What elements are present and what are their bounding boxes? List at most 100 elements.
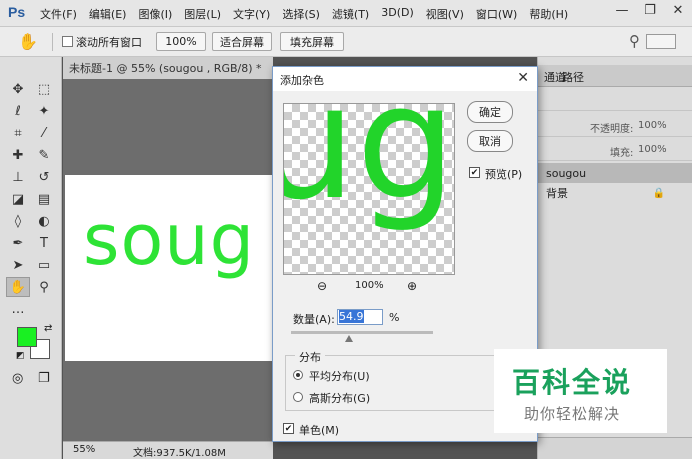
amount-value: 54.9 [339,310,364,323]
preview-checkbox[interactable]: ✔ [469,167,480,178]
menu-edit[interactable]: 编辑(E) [89,6,127,22]
restore-icon[interactable]: ❐ [636,0,664,20]
watermark-subtitle: 助你轻松解决 [524,405,621,423]
type-tool-icon[interactable]: T [32,233,56,253]
layer-row-background[interactable]: 背景 🔒 [538,183,692,203]
menu-help[interactable]: 帮助(H) [529,6,568,22]
path-select-icon[interactable]: ➤ [6,255,30,275]
magic-wand-icon[interactable]: ✦ [32,101,56,121]
status-doc-size: 文档:937.5K/1.08M [133,448,226,459]
foreground-color-swatch[interactable] [17,327,37,347]
watermark-title: 百科全说 [512,366,633,399]
workspace-switcher[interactable] [646,34,676,49]
move-tool-icon[interactable]: ✥ [6,79,30,99]
menu-filter[interactable]: 滤镜(T) [332,6,369,22]
monochrome-checkbox[interactable]: ✔ [283,423,294,434]
panel-tabs: 通道 路径 [538,65,692,87]
gaussian-label: 高斯分布(G) [309,392,371,405]
amount-slider-thumb[interactable] [345,335,353,342]
history-brush-icon[interactable]: ↺ [32,167,56,187]
options-bar: ✋ 滚动所有窗口 100% 适合屏幕 填充屏幕 ⚲ [0,27,692,57]
shape-tool-icon[interactable]: ▭ [32,255,56,275]
menu-type[interactable]: 文字(Y) [233,6,270,22]
menu-view[interactable]: 视图(V) [426,6,464,22]
quick-mask-icon[interactable]: ◎ [12,371,23,386]
zoom-100-button[interactable]: 100% [156,32,206,51]
opacity-value[interactable]: 100% [638,120,667,131]
blur-tool-icon[interactable]: ◊ [6,211,30,231]
layer-row-sougou[interactable]: sougou [538,163,692,183]
monochrome-label: 单色(M) [299,424,340,437]
close-icon[interactable]: ✕ [517,70,529,86]
search-icon[interactable]: ⚲ [629,32,640,50]
fill-screen-button[interactable]: 填充屏幕 [280,32,344,51]
dialog-titlebar: 添加杂色 ✕ [273,67,537,91]
menu-layer[interactable]: 图层(L) [184,6,221,22]
hand-tool-active-icon[interactable]: ✋ [6,277,30,297]
document-tab[interactable]: 未标题-1 @ 55% (sougou , RGB/8) * [69,60,262,76]
crop-tool-icon[interactable]: ⌗ [6,123,30,143]
gaussian-radio[interactable] [293,392,303,402]
tools-panel: ✥ ⬚ ℓ ✦ ⌗ ⁄ ✚ ✎ ⊥ ↺ ◪ ▤ ◊ ◐ ✒ T ➤ ▭ ✋ ⚲ … [0,57,62,459]
status-bar: 55% 文档:937.5K/1.08M [63,441,273,459]
cancel-button[interactable]: 取消 [467,130,513,152]
opacity-label: 不透明度: [590,124,634,135]
zoom-tool-icon[interactable]: ⚲ [32,277,56,297]
window-controls: — ❐ ✕ [608,0,692,20]
swap-colors-icon[interactable]: ⇄ [44,323,52,334]
divider [52,33,53,51]
menu-select[interactable]: 选择(S) [282,6,320,22]
eyedropper-icon[interactable]: ⁄ [32,123,56,143]
filter-preview[interactable]: ug [283,103,455,275]
preview-text: ug [284,103,455,235]
menu-bar: Ps 文件(F) 编辑(E) 图像(I) 图层(L) 文字(Y) 选择(S) 滤… [0,0,692,27]
gradient-tool-icon[interactable]: ▤ [32,189,56,209]
healing-brush-icon[interactable]: ✚ [6,145,30,165]
menu-window[interactable]: 窗口(W) [476,6,517,22]
menu-file[interactable]: 文件(F) [40,6,77,22]
default-colors-icon[interactable]: ◩ [16,351,25,361]
lock-icon: 🔒 [652,187,665,199]
status-zoom[interactable]: 55% [73,444,95,455]
dodge-tool-icon[interactable]: ◐ [32,211,56,231]
zoom-out-icon[interactable]: ⊖ [317,279,327,293]
screen-mode-icon[interactable]: ❐ [38,371,50,386]
brush-tool-icon[interactable]: ✎ [32,145,56,165]
more-tools-icon[interactable]: … [6,299,30,319]
uniform-radio[interactable] [293,370,303,380]
eraser-tool-icon[interactable]: ◪ [6,189,30,209]
watermark: 百科全说 助你轻松解决 [494,349,667,433]
zoom-in-icon[interactable]: ⊕ [407,279,417,293]
fill-value[interactable]: 100% [638,144,667,155]
amount-input[interactable]: 54.9 [337,309,383,325]
marquee-tool-icon[interactable]: ⬚ [32,79,56,99]
canvas-area[interactable]: soug [63,79,273,441]
minimize-icon[interactable]: — [608,0,636,20]
preview-zoom-row: ⊖ 100% ⊕ [283,279,455,295]
document-canvas[interactable]: soug [65,175,273,361]
document-tab-bar: 未标题-1 @ 55% (sougou , RGB/8) * [63,57,273,79]
lasso-tool-icon[interactable]: ℓ [6,101,30,121]
amount-slider-track[interactable] [291,331,433,334]
amount-label: 数量(A): [293,313,335,326]
canvas-text-layer: soug [83,199,256,281]
hand-tool-icon[interactable]: ✋ [18,32,38,51]
ok-button[interactable]: 确定 [467,101,513,123]
fit-screen-button[interactable]: 适合屏幕 [212,32,272,51]
stamp-tool-icon[interactable]: ⊥ [6,167,30,187]
preview-label: 预览(P) [485,168,523,181]
fill-label: 填充: [610,148,634,159]
tab-paths[interactable]: 路径 [562,69,584,85]
close-icon[interactable]: ✕ [664,0,692,20]
menu-image[interactable]: 图像(I) [138,6,172,22]
layers-panel-footer [538,437,692,459]
layer-name: 背景 [546,187,568,200]
dialog-title: 添加杂色 [280,74,324,87]
distribution-label: 分布 [295,349,325,365]
blend-opacity-row: 不透明度: 100% [538,115,692,137]
menu-items: 文件(F) 编辑(E) 图像(I) 图层(L) 文字(Y) 选择(S) 滤镜(T… [40,6,580,22]
layer-filter-row[interactable] [538,89,692,111]
pen-tool-icon[interactable]: ✒ [6,233,30,253]
menu-3d[interactable]: 3D(D) [381,6,414,22]
scroll-all-checkbox[interactable] [62,36,73,47]
